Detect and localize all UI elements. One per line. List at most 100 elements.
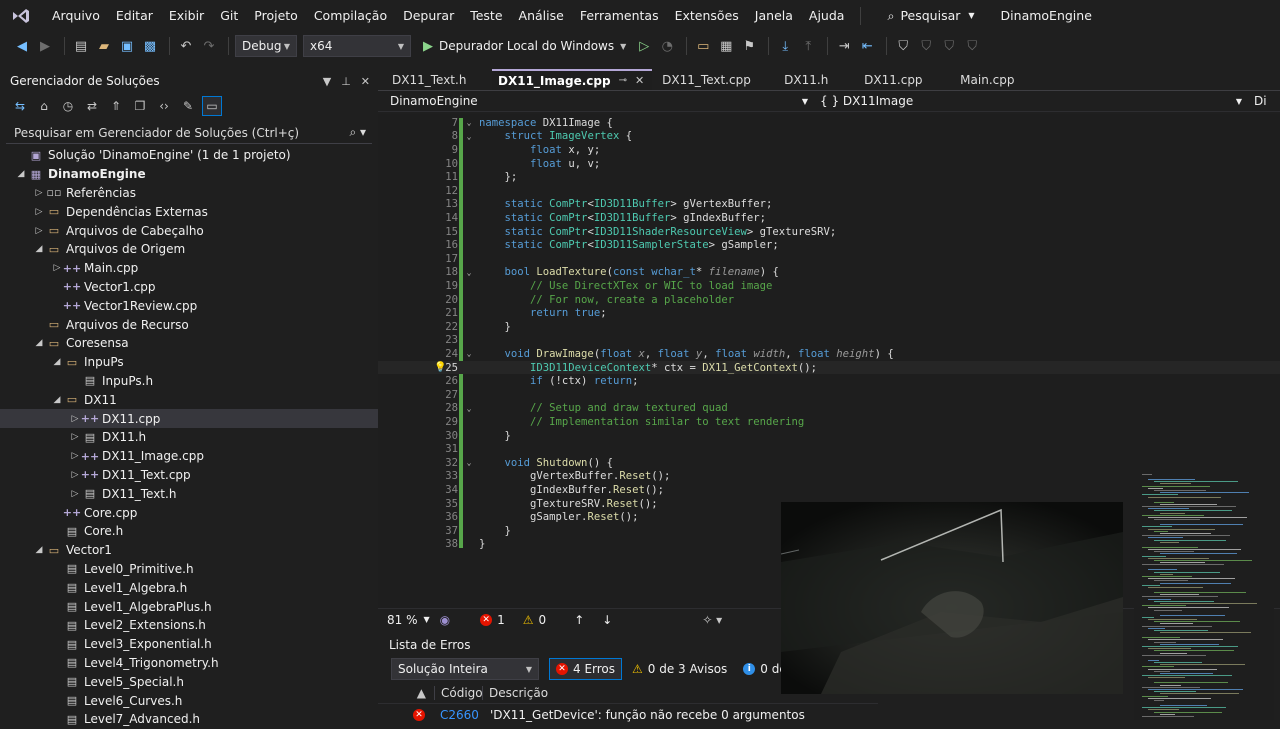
menu-item[interactable]: Exibir bbox=[161, 0, 212, 31]
tree-item[interactable]: ▤ Level2_Extensions.h bbox=[0, 616, 378, 635]
expanded-arrow-icon[interactable]: ◢ bbox=[32, 545, 46, 555]
sort-icon[interactable]: ▲ bbox=[378, 686, 434, 700]
search-menu[interactable]: ⌕ Pesquisar ▼ bbox=[879, 8, 982, 24]
collapsed-arrow-icon[interactable]: ▷ bbox=[68, 489, 82, 499]
tree-item[interactable]: ▤ InpuPs.h bbox=[0, 372, 378, 391]
code-cleanup-icon[interactable]: ✧ ▾ bbox=[702, 613, 722, 627]
indent-icon[interactable]: ⇥ bbox=[834, 36, 854, 56]
menu-item[interactable]: Extensões bbox=[667, 0, 747, 31]
fold-toggle-icon[interactable]: ⌄ bbox=[464, 458, 474, 467]
expanded-arrow-icon[interactable]: ◢ bbox=[14, 169, 28, 179]
history-icon[interactable]: ◷ bbox=[58, 96, 78, 116]
tree-item[interactable]: ▷ ▤ DX11.h bbox=[0, 428, 378, 447]
show-all-files-icon[interactable]: ❐ bbox=[130, 96, 150, 116]
code-minimap[interactable] bbox=[1134, 470, 1274, 720]
code-line[interactable]: 22 } bbox=[378, 320, 1280, 334]
tree-item[interactable]: ◢ ▦ DinamoEngine bbox=[0, 165, 378, 184]
tree-item[interactable]: ▷ ▤ DX11_Text.h bbox=[0, 484, 378, 503]
code-line[interactable]: 28 ⌄ // Setup and draw textured quad bbox=[378, 402, 1280, 416]
zoom-select[interactable]: 81 % ▼ bbox=[387, 613, 430, 627]
fold-toggle-icon[interactable]: ⌄ bbox=[464, 404, 474, 413]
layout-icon[interactable]: ▦ bbox=[716, 36, 736, 56]
error-count[interactable]: ✕ 1 bbox=[480, 613, 505, 627]
tree-item[interactable]: ▤ Level5_Special.h bbox=[0, 672, 378, 691]
code-line[interactable]: 20 // For now, create a placeholder bbox=[378, 293, 1280, 307]
menu-item[interactable]: Compilação bbox=[306, 0, 395, 31]
step-over-icon[interactable]: ⤒ bbox=[798, 36, 818, 56]
editor-tab[interactable]: DX11_Text.h bbox=[386, 69, 488, 90]
tree-item[interactable]: ▤ Level4_Trigonometry.h bbox=[0, 654, 378, 673]
expanded-arrow-icon[interactable]: ◢ bbox=[32, 338, 46, 348]
menu-item[interactable]: Arquivo bbox=[44, 0, 108, 31]
collapsed-arrow-icon[interactable]: ▷ bbox=[32, 226, 46, 236]
tree-item[interactable]: ◢ ▭ Vector1 bbox=[0, 541, 378, 560]
fold-toggle-icon[interactable]: ⌄ bbox=[464, 132, 474, 141]
folder-icon[interactable]: ▭ bbox=[693, 36, 713, 56]
previous-issue-icon[interactable]: ↑ bbox=[574, 613, 584, 627]
tree-item[interactable]: ▷ ++ Main.cpp bbox=[0, 259, 378, 278]
editor-tab[interactable]: DX11_Text.cpp bbox=[656, 69, 774, 90]
code-line[interactable]: 26 if (!ctx) return; bbox=[378, 374, 1280, 388]
bookmark-icon[interactable]: ⛉ bbox=[893, 36, 913, 56]
menu-item[interactable]: Git bbox=[212, 0, 246, 31]
navigate-back-icon[interactable]: ◀ bbox=[12, 36, 32, 56]
collapse-all-icon[interactable]: ⇑ bbox=[106, 96, 126, 116]
collapsed-arrow-icon[interactable]: ▷ bbox=[32, 207, 46, 217]
prev-bookmark-icon[interactable]: ⛉ bbox=[916, 36, 936, 56]
code-line[interactable]: 10 float u, v; bbox=[378, 157, 1280, 171]
code-line[interactable]: 17 bbox=[378, 252, 1280, 266]
open-file-icon[interactable]: ▰ bbox=[94, 36, 114, 56]
lightbulb-icon[interactable]: 💡 bbox=[434, 362, 446, 373]
copilot-icon[interactable]: ◉ bbox=[440, 613, 450, 627]
editor-tab[interactable]: DX11.h bbox=[778, 69, 854, 90]
menu-item[interactable]: Projeto bbox=[246, 0, 306, 31]
code-column-header[interactable]: Código bbox=[434, 685, 483, 700]
menu-item[interactable]: Análise bbox=[511, 0, 572, 31]
member-nav-select[interactable]: Di bbox=[1248, 91, 1280, 112]
preview-icon[interactable]: ▭ bbox=[202, 96, 222, 116]
next-issue-icon[interactable]: ↓ bbox=[602, 613, 612, 627]
code-line[interactable]: 7 ⌄ namespace DX11Image { bbox=[378, 116, 1280, 130]
tree-item[interactable]: ▷ ▭ Arquivos de Cabeçalho bbox=[0, 221, 378, 240]
tree-item[interactable]: ▤ Level7_Advanced.h bbox=[0, 710, 378, 729]
step-icon[interactable]: ⤓ bbox=[775, 36, 795, 56]
code-line[interactable]: 24 ⌄ void DrawImage(float x, float y, flo… bbox=[378, 347, 1280, 361]
error-row[interactable]: ✕ C2660 'DX11_GetDevice': função não rec… bbox=[378, 704, 878, 726]
fold-toggle-icon[interactable]: ⌄ bbox=[464, 349, 474, 358]
new-project-icon[interactable]: ▤ bbox=[71, 36, 91, 56]
sync-with-document-icon[interactable]: ⇆ bbox=[10, 96, 30, 116]
code-line[interactable]: 25 💡 ID3D11DeviceContext* ctx = DX11_GetC… bbox=[378, 360, 1280, 375]
tree-item[interactable]: ++ Vector1Review.cpp bbox=[0, 296, 378, 315]
editor-tab[interactable]: DX11.cpp bbox=[858, 69, 950, 90]
code-line[interactable]: 16 static ComPtr<ID3D11SamplerState> gSa… bbox=[378, 238, 1280, 252]
code-line[interactable]: 29 // Implementation similar to text ren… bbox=[378, 415, 1280, 429]
warning-count[interactable]: ⚠ 0 bbox=[523, 613, 546, 627]
expanded-arrow-icon[interactable]: ◢ bbox=[50, 395, 64, 405]
comment-icon[interactable]: ⇤ bbox=[857, 36, 877, 56]
tree-item[interactable]: ▤ Level3_Exponential.h bbox=[0, 635, 378, 654]
hot-reload-icon[interactable]: ◔ bbox=[657, 36, 677, 56]
menu-item[interactable]: Editar bbox=[108, 0, 161, 31]
tree-item[interactable]: ++ Core.cpp bbox=[0, 503, 378, 522]
code-line[interactable]: 12 bbox=[378, 184, 1280, 198]
expanded-arrow-icon[interactable]: ◢ bbox=[50, 357, 64, 367]
start-debugging-button[interactable]: ▶ Depurador Local do Windows ▼ bbox=[419, 39, 630, 54]
code-line[interactable]: 30 } bbox=[378, 429, 1280, 443]
pin-icon[interactable]: ⊥ bbox=[341, 75, 351, 88]
menu-item[interactable]: Ferramentas bbox=[572, 0, 667, 31]
code-icon[interactable]: ‹› bbox=[154, 96, 174, 116]
tree-item[interactable]: ◢ ▭ InpuPs bbox=[0, 353, 378, 372]
tree-item[interactable]: ▤ Level1_Algebra.h bbox=[0, 578, 378, 597]
tree-item[interactable]: ▷ ▭ Dependências Externas bbox=[0, 202, 378, 221]
close-icon[interactable]: ✕ bbox=[361, 75, 370, 88]
errors-filter-button[interactable]: ✕ 4 Erros bbox=[549, 658, 623, 680]
home-icon[interactable]: ⌂ bbox=[34, 96, 54, 116]
code-line[interactable]: 14 static ComPtr<ID3D11Buffer> gIndexBuf… bbox=[378, 211, 1280, 225]
scope-nav-select[interactable]: { } DX11Image ▼ bbox=[814, 91, 1248, 112]
tree-item[interactable]: ▷ ++ DX11.cpp bbox=[0, 409, 378, 428]
code-line[interactable]: 9 float x, y; bbox=[378, 143, 1280, 157]
properties-icon[interactable]: ✎ bbox=[178, 96, 198, 116]
collapsed-arrow-icon[interactable]: ▷ bbox=[32, 188, 46, 198]
solution-search-input[interactable]: Pesquisar em Gerenciador de Soluções (Ct… bbox=[6, 122, 372, 144]
code-line[interactable]: 15 static ComPtr<ID3D11ShaderResourceVie… bbox=[378, 225, 1280, 239]
